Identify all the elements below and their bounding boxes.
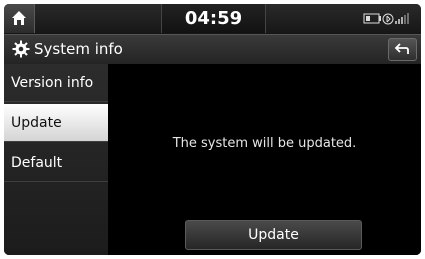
sidebar-menu: Version info Update Default: [4, 64, 108, 255]
sidebar-item-label: Default: [11, 155, 63, 171]
clock-area: 04:59: [161, 4, 266, 33]
signal-icon: [395, 13, 409, 24]
home-button[interactable]: [4, 4, 35, 33]
sidebar-item-version-info[interactable]: Version info: [4, 64, 108, 102]
update-message: The system will be updated.: [172, 136, 357, 151]
title-bar: System info: [4, 34, 421, 65]
sidebar-item-label: Version info: [11, 75, 94, 91]
status-bar: 04:59: [4, 4, 421, 34]
main-content: The system will be updated. Update: [108, 64, 421, 255]
back-button[interactable]: [388, 38, 417, 61]
sidebar-item-update[interactable]: Update: [4, 104, 108, 142]
sidebar-item-default[interactable]: Default: [4, 144, 108, 182]
back-arrow-icon: [394, 43, 409, 54]
page-title: System info: [34, 40, 123, 58]
home-icon: [12, 11, 26, 25]
gear-icon: [12, 40, 30, 58]
bluetooth-icon: [382, 13, 394, 25]
battery-icon: [363, 13, 381, 24]
head-unit-screen: 04:59 System info Version info Update De…: [4, 4, 421, 255]
status-icons: [363, 12, 415, 26]
clock-time: 04:59: [184, 8, 243, 29]
sidebar-item-label: Update: [11, 115, 62, 131]
update-button[interactable]: Update: [185, 220, 362, 250]
